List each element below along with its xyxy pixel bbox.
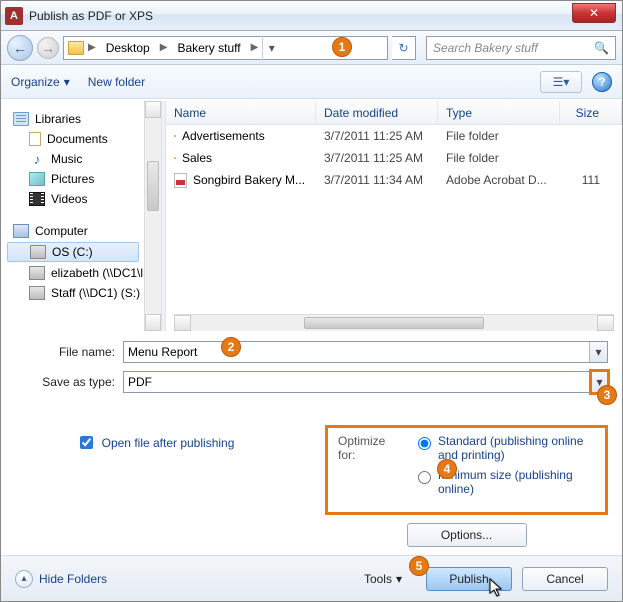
hide-folders-button[interactable]: ▴ Hide Folders	[15, 570, 107, 588]
documents-icon	[29, 132, 41, 146]
crumb-bakery[interactable]: Bakery stuff	[171, 39, 246, 57]
close-button[interactable]: ✕	[572, 3, 616, 23]
col-size[interactable]: Size	[560, 101, 622, 124]
tree-pictures[interactable]: Pictures	[5, 169, 157, 189]
address-dropdown[interactable]: ▾	[262, 36, 280, 60]
col-date[interactable]: Date modified	[316, 101, 438, 124]
chevron-down-icon: ▾	[396, 572, 402, 586]
network-drive-icon	[29, 286, 45, 300]
table-row[interactable]: Advertisements3/7/2011 11:25 AMFile fold…	[166, 125, 622, 147]
tree-os-drive[interactable]: OS (C:)	[7, 242, 139, 262]
tree-videos[interactable]: Videos	[5, 189, 157, 209]
file-list: Name Date modified Type Size Advertiseme…	[166, 101, 622, 331]
file-name-input[interactable]: Menu Report ▾	[123, 341, 608, 363]
network-drive-icon	[29, 266, 45, 280]
refresh-button[interactable]: ↻	[392, 36, 416, 60]
tree-net-elizabeth[interactable]: elizabeth (\\DC1\l	[5, 263, 157, 283]
address-bar-row: ← → ▶ Desktop ▶ Bakery stuff ▶ ▾ ↻ Searc…	[1, 31, 622, 65]
tree-net-staff[interactable]: Staff (\\DC1) (S:)	[5, 283, 157, 303]
folder-icon	[174, 157, 176, 159]
organize-menu[interactable]: Organize▾	[11, 75, 70, 89]
cursor-icon	[489, 578, 505, 598]
search-icon: 🔍	[594, 41, 609, 55]
table-row[interactable]: Songbird Bakery M...3/7/2011 11:34 AMAdo…	[166, 169, 622, 191]
col-name[interactable]: Name	[166, 101, 316, 124]
optimize-label: Optimize for:	[338, 434, 405, 462]
tree-computer[interactable]: Computer	[5, 221, 157, 241]
chevron-right-icon: ▶	[251, 42, 259, 53]
crumb-desktop[interactable]: Desktop	[100, 39, 156, 57]
chevron-right-icon: ▶	[88, 42, 96, 53]
options-button[interactable]: Options...	[407, 523, 527, 547]
window-title: Publish as PDF or XPS	[29, 9, 153, 23]
save-type-dropdown[interactable]: PDF ▾	[123, 371, 608, 393]
open-after-checkbox[interactable]: Open file after publishing	[76, 433, 235, 452]
breadcrumb[interactable]: ▶ Desktop ▶ Bakery stuff ▶ ▾	[63, 36, 388, 60]
new-folder-button[interactable]: New folder	[88, 75, 145, 89]
file-name-label: File name:	[15, 345, 115, 359]
folder-icon	[174, 135, 176, 137]
nav-tree: Libraries Documents ♪Music Pictures Vide…	[1, 101, 161, 331]
chevron-right-icon: ▶	[160, 42, 168, 53]
chevron-down-icon: ▾	[64, 75, 70, 89]
column-headers: Name Date modified Type Size	[166, 101, 622, 125]
help-button[interactable]: ?	[592, 72, 612, 92]
chevron-down-icon[interactable]: ▾	[589, 369, 610, 395]
chevron-up-icon: ▴	[15, 570, 33, 588]
drive-icon	[30, 245, 46, 259]
dialog-footer: ▴ Hide Folders Tools ▾ Publish Cancel	[1, 555, 622, 601]
save-type-label: Save as type:	[15, 375, 115, 389]
search-input[interactable]: Search Bakery stuff 🔍	[426, 36, 616, 60]
computer-icon	[13, 224, 29, 238]
pictures-icon	[29, 172, 45, 186]
file-name-value: Menu Report	[128, 345, 197, 359]
save-type-value: PDF	[128, 375, 152, 389]
toolbar: Organize▾ New folder ☰▾ ?	[1, 65, 622, 99]
tree-documents[interactable]: Documents	[5, 129, 157, 149]
forward-button[interactable]: →	[37, 37, 59, 59]
cancel-button[interactable]: Cancel	[522, 567, 608, 591]
back-button[interactable]: ←	[7, 35, 33, 61]
pdf-icon	[174, 173, 187, 188]
search-placeholder: Search Bakery stuff	[433, 41, 538, 55]
tree-libraries[interactable]: Libraries	[5, 109, 157, 129]
table-row[interactable]: Sales3/7/2011 11:25 AMFile folder	[166, 147, 622, 169]
videos-icon	[29, 192, 45, 206]
publish-button[interactable]: Publish	[426, 567, 512, 591]
tree-scrollbar[interactable]	[144, 101, 161, 331]
folder-icon	[68, 41, 84, 55]
file-hscrollbar[interactable]	[174, 314, 614, 331]
titlebar: A Publish as PDF or XPS ✕	[1, 1, 622, 31]
view-mode-button[interactable]: ☰▾	[540, 71, 582, 93]
tools-menu[interactable]: Tools ▾	[364, 572, 402, 586]
libraries-icon	[13, 112, 29, 126]
tree-music[interactable]: ♪Music	[5, 149, 157, 169]
app-icon: A	[5, 7, 23, 25]
radio-standard[interactable]: Standard (publishing online and printing…	[413, 434, 595, 462]
music-icon: ♪	[29, 152, 45, 166]
open-after-check-input[interactable]	[80, 436, 93, 449]
optimize-group: Optimize for: Standard (publishing onlin…	[325, 425, 608, 515]
col-type[interactable]: Type	[438, 101, 560, 124]
radio-minimum[interactable]: Minimum size (publishing online)	[413, 468, 595, 496]
chevron-down-icon[interactable]: ▾	[589, 342, 607, 362]
